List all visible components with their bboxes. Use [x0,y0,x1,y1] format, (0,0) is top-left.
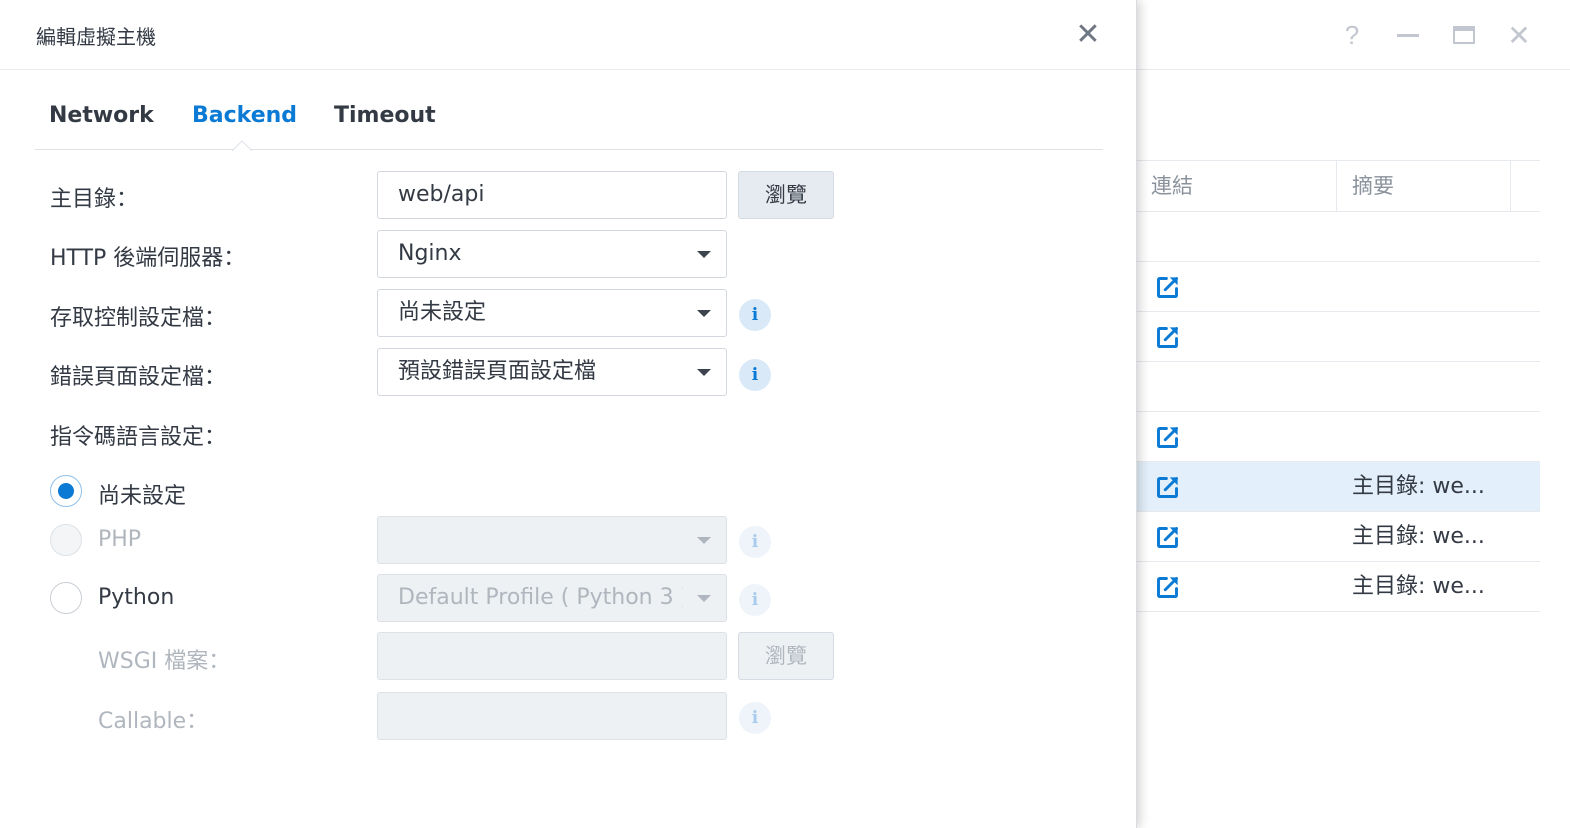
access-control-label: 存取控制設定檔： [50,306,227,331]
error-page-value: 預設錯誤頁面設定檔 [398,359,597,384]
browse-root-button[interactable]: 瀏覽 [738,171,834,219]
callable-info-icon[interactable]: i [739,702,771,734]
error-page-info-icon[interactable]: i [739,359,771,391]
radio-not-set-label[interactable]: 尚未設定 [98,478,186,510]
radio-php-label[interactable]: PHP [98,527,141,552]
wsgi-file-input[interactable] [377,632,727,680]
python-info-icon[interactable]: i [739,584,771,616]
minimize-icon[interactable] [1393,20,1423,50]
tab-timeout[interactable]: Timeout [334,103,436,128]
error-page-select[interactable]: 預設錯誤頁面設定檔 [377,348,727,396]
script-language-label: 指令碼語言設定： [50,425,227,450]
root-directory-value: web/api [398,182,485,207]
external-link-icon[interactable] [1154,274,1181,301]
close-window-icon[interactable]: ✕ [1504,19,1534,52]
table-row[interactable]: 主目錄: we... [1137,512,1540,562]
wsgi-file-label: WSGI 檔案： [98,649,231,674]
external-link-icon[interactable] [1154,474,1181,501]
radio-php[interactable] [50,524,82,556]
external-link-icon[interactable] [1154,524,1181,551]
callable-input[interactable] [377,692,727,740]
tab-bar: Network Backend Timeout [35,70,1103,151]
http-backend-select[interactable]: Nginx [377,230,727,278]
table-row[interactable] [1137,262,1540,312]
dialog-title: 編輯虛擬主機 [36,25,156,49]
dialog-titlebar: 編輯虛擬主機 ✕ [0,0,1136,70]
row-summary: 主目錄: we... [1352,524,1485,549]
table-row[interactable] [1137,212,1540,262]
column-header-link[interactable]: 連結 [1151,161,1193,211]
table-row[interactable]: 主目錄: we... [1137,462,1540,512]
http-backend-label: HTTP 後端伺服器： [50,246,246,271]
table-row[interactable]: 主目錄: we... [1137,562,1540,612]
chevron-down-icon [697,369,711,376]
chevron-down-icon [697,595,711,602]
edit-virtual-host-dialog: 編輯虛擬主機 ✕ Network Backend Timeout 主目錄： we… [0,0,1137,828]
python-profile-select[interactable]: Default Profile ( Python 3 ) [377,574,727,622]
help-icon[interactable]: ? [1337,20,1367,50]
table-row[interactable] [1137,312,1540,362]
access-control-value: 尚未設定 [398,300,487,325]
row-summary: 主目錄: we... [1352,574,1485,599]
http-backend-value: Nginx [398,241,462,266]
external-link-icon[interactable] [1154,424,1181,451]
dialog-close-icon[interactable]: ✕ [1072,18,1104,52]
tab-backend[interactable]: Backend [192,103,297,128]
access-control-select[interactable]: 尚未設定 [377,289,727,337]
tab-network[interactable]: Network [49,103,154,128]
php-profile-select[interactable] [377,516,727,564]
chevron-down-icon [697,537,711,544]
radio-python-label[interactable]: Python [98,585,174,610]
grid-header: 連結 摘要 [1137,160,1540,212]
column-header-summary[interactable]: 摘要 [1352,161,1394,211]
root-directory-label: 主目錄： [50,187,139,212]
access-control-info-icon[interactable]: i [739,299,771,331]
php-info-icon[interactable]: i [739,526,771,558]
error-page-label: 錯誤頁面設定檔： [50,365,227,390]
python-profile-value: Default Profile ( Python 3 ) [398,585,683,610]
table-row[interactable] [1137,362,1540,412]
external-link-icon[interactable] [1154,324,1181,351]
callable-label: Callable： [98,709,209,734]
table-row[interactable] [1137,412,1540,462]
external-link-icon[interactable] [1154,574,1181,601]
chevron-down-icon [697,251,711,258]
maximize-icon[interactable] [1449,20,1479,50]
radio-not-set[interactable] [50,475,82,507]
active-tab-pointer [232,140,252,151]
radio-python[interactable] [50,582,82,614]
chevron-down-icon [697,310,711,317]
row-summary: 主目錄: we... [1352,474,1485,499]
virtual-host-grid: 連結 摘要 主目錄: we... 主目錄: we... 主目錄: we... [1137,160,1540,612]
browse-wsgi-button[interactable]: 瀏覽 [738,632,834,680]
root-directory-input[interactable]: web/api [377,171,727,219]
